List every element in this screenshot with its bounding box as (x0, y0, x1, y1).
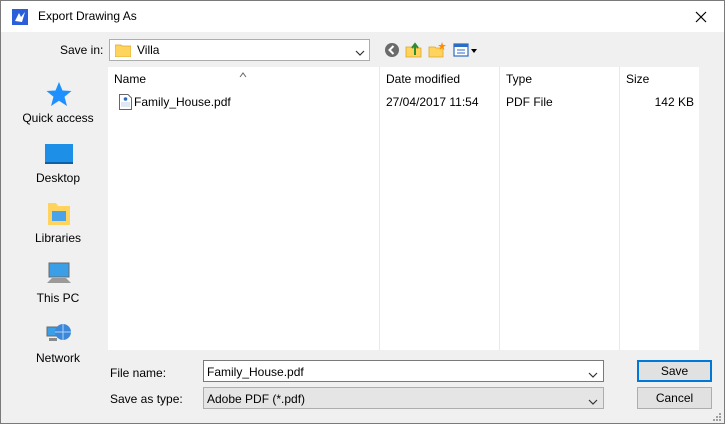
place-desktop[interactable]: Desktop (8, 133, 108, 191)
place-label: Desktop (35, 171, 81, 185)
file-size: 142 KB (654, 95, 694, 109)
view-menu-icon (453, 43, 477, 57)
save-as-type-select[interactable]: Adobe PDF (*.pdf) (203, 387, 604, 409)
resize-grip-icon[interactable] (711, 410, 721, 421)
column-header-date[interactable]: Date modified (380, 67, 499, 91)
star-icon (44, 81, 74, 107)
save-in-value: Villa (137, 43, 160, 57)
export-dialog: Export Drawing As Save in: Villa Quick a… (0, 0, 725, 424)
view-menu-button[interactable] (453, 41, 479, 59)
up-folder-button[interactable] (405, 41, 423, 59)
libraries-icon (44, 201, 74, 227)
place-quick-access[interactable]: Quick access (8, 73, 108, 131)
computer-icon (44, 261, 74, 287)
save-as-type-label: Save as type: (110, 392, 183, 406)
file-row[interactable]: Family_House.pdf 27/04/2017 11:54 PDF Fi… (108, 92, 699, 112)
place-this-pc[interactable]: This PC (8, 253, 108, 311)
save-in-label: Save in: (60, 43, 104, 57)
chevron-down-icon (588, 395, 598, 405)
desktop-icon (44, 141, 74, 167)
new-folder-icon (428, 42, 446, 58)
network-icon (44, 321, 74, 347)
chevron-down-icon[interactable] (588, 368, 598, 378)
file-list[interactable]: Name Date modified Type Size Family_Hous… (108, 67, 699, 350)
place-network[interactable]: Network (8, 313, 108, 371)
column-header-type[interactable]: Type (500, 67, 619, 91)
place-label: This PC (36, 291, 80, 305)
save-as-type-value: Adobe PDF (*.pdf) (207, 392, 306, 406)
column-header-size[interactable]: Size (620, 67, 698, 91)
chevron-down-icon (355, 46, 365, 56)
places-bar: Quick access Desktop Libraries This PC N… (8, 67, 108, 365)
file-name-label: File name: (110, 366, 167, 380)
place-libraries[interactable]: Libraries (8, 193, 108, 251)
file-name: Family_House.pdf (134, 95, 231, 109)
window-title: Export Drawing As (38, 9, 137, 23)
pdf-file-icon (119, 94, 132, 110)
close-button[interactable] (678, 1, 724, 32)
place-label: Quick access (22, 111, 94, 125)
close-icon (695, 11, 707, 22)
new-folder-button[interactable] (428, 41, 446, 59)
place-label: Libraries (34, 231, 82, 245)
save-in-dropdown[interactable]: Villa (109, 39, 370, 61)
vertical-scrollbar[interactable] (699, 67, 716, 350)
title-bar: Export Drawing As (1, 1, 724, 32)
file-date: 27/04/2017 11:54 (386, 95, 479, 109)
column-header-name[interactable]: Name (108, 67, 379, 91)
back-button[interactable] (383, 41, 401, 59)
back-icon (385, 43, 399, 57)
file-name-input[interactable]: Family_House.pdf (203, 360, 604, 382)
cancel-button[interactable]: Cancel (637, 387, 712, 409)
file-name-value: Family_House.pdf (207, 365, 304, 379)
file-type: PDF File (506, 95, 553, 109)
app-logo-icon (12, 9, 28, 25)
up-folder-icon (405, 42, 422, 58)
save-button[interactable]: Save (637, 360, 712, 382)
place-label: Network (35, 351, 80, 365)
folder-icon (114, 43, 132, 58)
